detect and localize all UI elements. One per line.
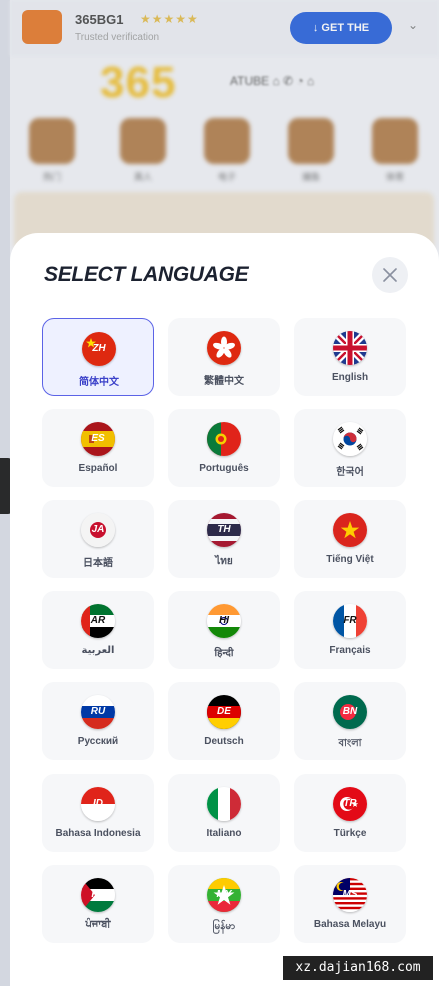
language-option[interactable]: TR Türkçe	[294, 774, 406, 852]
close-icon	[383, 268, 397, 282]
flag-icon: ES	[81, 422, 115, 456]
flag-icon: FR	[333, 604, 367, 638]
language-label: Deutsch	[204, 736, 244, 747]
language-option[interactable]: FR Français	[294, 591, 406, 669]
language-code: JA	[91, 524, 105, 535]
language-label: العربية	[81, 645, 115, 656]
flag-icon	[207, 331, 241, 365]
language-label: Русский	[77, 736, 119, 747]
language-label: မြန်မာ	[212, 921, 236, 932]
flag-icon	[333, 331, 367, 365]
language-label: Italiano	[206, 828, 242, 839]
flag-icon: RU	[81, 695, 115, 729]
language-label: 한국어	[336, 467, 364, 478]
flag-icon: PA	[81, 878, 115, 912]
flag-icon: ZH	[82, 332, 116, 366]
language-label: Español	[78, 463, 118, 474]
language-label: Türkçe	[333, 828, 367, 839]
language-option[interactable]: JA 日本語	[42, 500, 154, 578]
language-code: TH	[217, 524, 231, 535]
language-code	[333, 331, 367, 365]
language-option[interactable]: English	[294, 318, 406, 396]
language-label: Bahasa Indonesia	[55, 828, 141, 839]
language-label: ไทย	[215, 556, 233, 567]
language-option[interactable]: ZH 简体中文	[42, 318, 154, 396]
language-label: Bahasa Melayu	[313, 919, 387, 930]
language-option[interactable]: DE Deutsch	[168, 682, 280, 760]
flag-icon: JA	[81, 513, 115, 547]
language-label: 简体中文	[79, 377, 119, 388]
flag-icon: AR	[81, 604, 115, 638]
language-code	[333, 513, 367, 547]
flag-icon	[333, 513, 367, 547]
sheet-title: SELECT LANGUAGE	[44, 263, 249, 286]
language-code: IT	[219, 798, 229, 809]
flag-icon	[333, 422, 367, 456]
language-code: PA	[91, 889, 105, 900]
language-option[interactable]: TH ไทย	[168, 500, 280, 578]
language-option[interactable]: MY မြန်မာ	[168, 865, 280, 943]
language-option[interactable]: 한국어	[294, 409, 406, 487]
flag-icon: HI	[207, 604, 241, 638]
language-code: ZH	[92, 343, 106, 354]
language-label: Français	[329, 645, 371, 656]
language-label: 繁體中文	[204, 376, 244, 387]
close-button[interactable]	[372, 257, 408, 293]
language-code	[207, 422, 241, 456]
language-label: Português	[199, 463, 249, 474]
language-option[interactable]: PA ਪੰਜਾਬੀ	[42, 865, 154, 943]
language-option[interactable]: Português	[168, 409, 280, 487]
language-label: ਪੰਜਾਬੀ	[85, 919, 111, 930]
language-code: MY	[216, 889, 232, 900]
language-option[interactable]: AR العربية	[42, 591, 154, 669]
language-code: ID	[93, 798, 103, 809]
language-option[interactable]: Tiếng Việt	[294, 500, 406, 578]
language-code: RU	[90, 706, 106, 717]
flag-icon: ID	[81, 787, 115, 821]
language-sheet: SELECT LANGUAGE ZH 简体中文 繁體中文 English ES Españ…	[10, 233, 439, 986]
language-label: हिन्दी	[214, 648, 234, 659]
language-code: DE	[217, 706, 231, 717]
flag-icon: IT	[207, 787, 241, 821]
language-label: বাংলা	[338, 738, 362, 749]
language-option[interactable]: IT Italiano	[168, 774, 280, 852]
language-option[interactable]: ID Bahasa Indonesia	[42, 774, 154, 852]
watermark: xz.dajian168.com	[283, 956, 433, 980]
language-code: FR	[343, 615, 357, 626]
language-code: AR	[90, 615, 106, 626]
language-option[interactable]: RU Русский	[42, 682, 154, 760]
language-code	[333, 422, 367, 456]
language-label: Tiếng Việt	[326, 554, 374, 565]
language-option[interactable]: 繁體中文	[168, 318, 280, 396]
language-label: English	[331, 372, 369, 383]
flag-icon	[207, 422, 241, 456]
flag-icon: BN	[333, 695, 367, 729]
language-code	[207, 331, 241, 365]
language-label: 日本語	[83, 558, 113, 569]
language-option[interactable]: ES Español	[42, 409, 154, 487]
language-code: MS	[342, 889, 358, 900]
flag-icon: DE	[207, 695, 241, 729]
flag-icon: MS	[333, 878, 367, 912]
flag-icon: TH	[207, 513, 241, 547]
language-option[interactable]: MS Bahasa Melayu	[294, 865, 406, 943]
language-option[interactable]: HI हिन्दी	[168, 591, 280, 669]
language-code: HI	[219, 615, 229, 626]
language-code: ES	[91, 433, 105, 444]
language-code: BN	[342, 706, 358, 717]
flag-icon: TR	[333, 787, 367, 821]
language-code: TR	[343, 798, 357, 809]
language-option[interactable]: BN বাংলা	[294, 682, 406, 760]
flag-icon: MY	[207, 878, 241, 912]
